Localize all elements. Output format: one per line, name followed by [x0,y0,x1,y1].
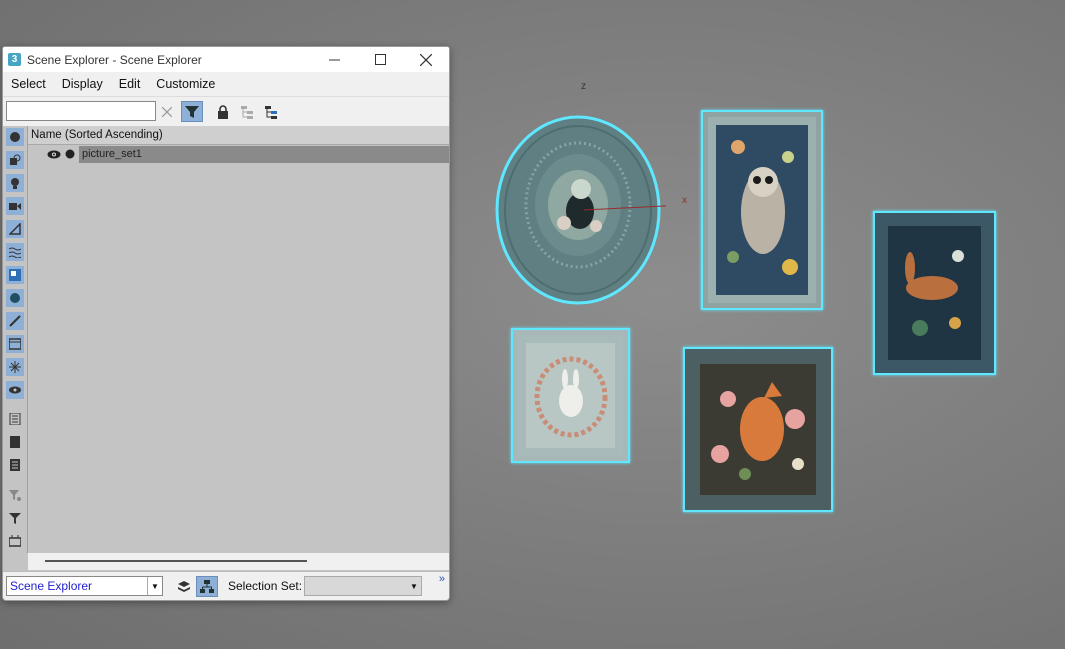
clear-icon [162,106,172,117]
display-helpers-button[interactable] [6,220,24,238]
frame-owl[interactable] [701,110,823,310]
filter-button[interactable] [181,101,203,122]
horizontal-scrollbar[interactable] [28,553,449,570]
filter-gear-icon [9,490,21,501]
list-all-icon [9,413,21,425]
minimize-icon [328,59,340,61]
scrollbar-thumb[interactable] [45,560,307,562]
display-containers-button[interactable] [6,335,24,353]
light-icon [11,178,19,189]
layer-explorer-button[interactable] [173,576,195,597]
bone-icon [9,315,21,327]
display-hidden-button[interactable] [6,381,24,399]
lock-icon [218,104,228,119]
scene-tree[interactable]: Name (Sorted Ascending) picture_set1 [28,126,449,553]
layers-icon [178,580,190,592]
object-name[interactable]: picture_set1 [82,148,142,160]
container-icon [9,338,21,350]
menu-bar: Select Display Edit Customize [3,72,449,97]
hierarchy-expand-icon [265,105,277,119]
explorer-select[interactable]: Scene Explorer ▼ [6,576,163,596]
filter-icon [9,513,21,524]
freeze-dot-icon[interactable] [65,149,75,159]
filter-strip [3,126,28,553]
owl-painting [708,117,816,303]
display-invert-button[interactable] [6,456,24,474]
clear-search-button[interactable] [156,101,178,122]
filter-toggle-button[interactable] [6,509,24,527]
frame-hare[interactable] [873,211,996,375]
maximize-button[interactable] [357,47,403,72]
eye-icon [9,386,21,394]
minimize-button[interactable] [311,47,357,72]
display-lights-button[interactable] [6,174,24,192]
hierarchy-icon [241,105,253,119]
tree-row[interactable]: picture_set1 [28,146,449,163]
bottom-bar: Scene Explorer ▼ Selection Set: ▼ » [3,571,449,600]
close-button[interactable] [403,47,449,72]
fox-painting [690,354,826,505]
column-header-name[interactable]: Name (Sorted Ascending) [28,126,449,145]
group-icon [9,269,21,281]
visibility-eye-icon[interactable] [47,150,61,159]
filter-icon [185,105,199,118]
xref-icon [10,293,20,303]
selection-set-label: Selection Set: [228,579,303,593]
frame-fox[interactable] [683,347,833,512]
display-geometry-button[interactable] [6,128,24,146]
display-all-button[interactable] [6,410,24,428]
display-xrefs-button[interactable] [6,289,24,307]
maximize-icon [374,54,386,65]
hierarchy-expand-button[interactable] [260,101,282,122]
toolbar [3,97,449,127]
display-frozen-button[interactable] [6,358,24,376]
search-input[interactable] [6,101,156,121]
axis-x-label: x [682,195,687,206]
app-logo-icon: 3 [8,53,21,66]
round-frame-frog[interactable] [494,113,666,309]
hierarchy-view-icon [200,579,214,593]
hare-painting [880,218,989,368]
menu-select[interactable]: Select [3,77,54,91]
spacewarp-icon [9,247,21,258]
title-bar[interactable]: 3 Scene Explorer - Scene Explorer [3,47,449,72]
menu-customize[interactable]: Customize [148,77,223,91]
chevron-down-icon: ▼ [147,577,162,595]
display-shapes-button[interactable] [6,151,24,169]
display-spacewarps-button[interactable] [6,243,24,261]
scene-explorer-window[interactable]: 3 Scene Explorer - Scene Explorer Select… [2,46,450,601]
display-none-button[interactable] [6,433,24,451]
selection-set-select[interactable]: ▼ [304,576,422,596]
explorer-select-value: Scene Explorer [10,579,93,593]
lock-button[interactable] [212,101,234,122]
chevron-down-icon: ▼ [410,581,418,591]
menu-edit[interactable]: Edit [111,77,149,91]
axis-z-label: z [581,81,586,92]
snowflake-icon [9,361,21,373]
display-bones-button[interactable] [6,312,24,330]
hierarchy-button[interactable] [236,101,258,122]
display-cameras-button[interactable] [6,197,24,215]
rabbit-painting [518,335,623,456]
list-none-icon [10,436,20,448]
close-icon [420,53,432,66]
shape-icon [10,154,21,165]
sphere-icon [10,132,20,142]
window-title: Scene Explorer - Scene Explorer [27,52,202,67]
filter-settings-button[interactable] [6,486,24,504]
list-invert-icon [10,459,20,471]
helper-icon [9,223,21,235]
frame-rabbit[interactable] [511,328,630,463]
camera-icon [9,203,21,210]
layer-manager-button[interactable] [6,532,24,550]
display-groups-button[interactable] [6,266,24,284]
container-open-icon [9,535,21,547]
hierarchy-view-button[interactable] [196,576,218,597]
menu-display[interactable]: Display [54,77,111,91]
more-options-icon[interactable]: » [439,573,445,585]
